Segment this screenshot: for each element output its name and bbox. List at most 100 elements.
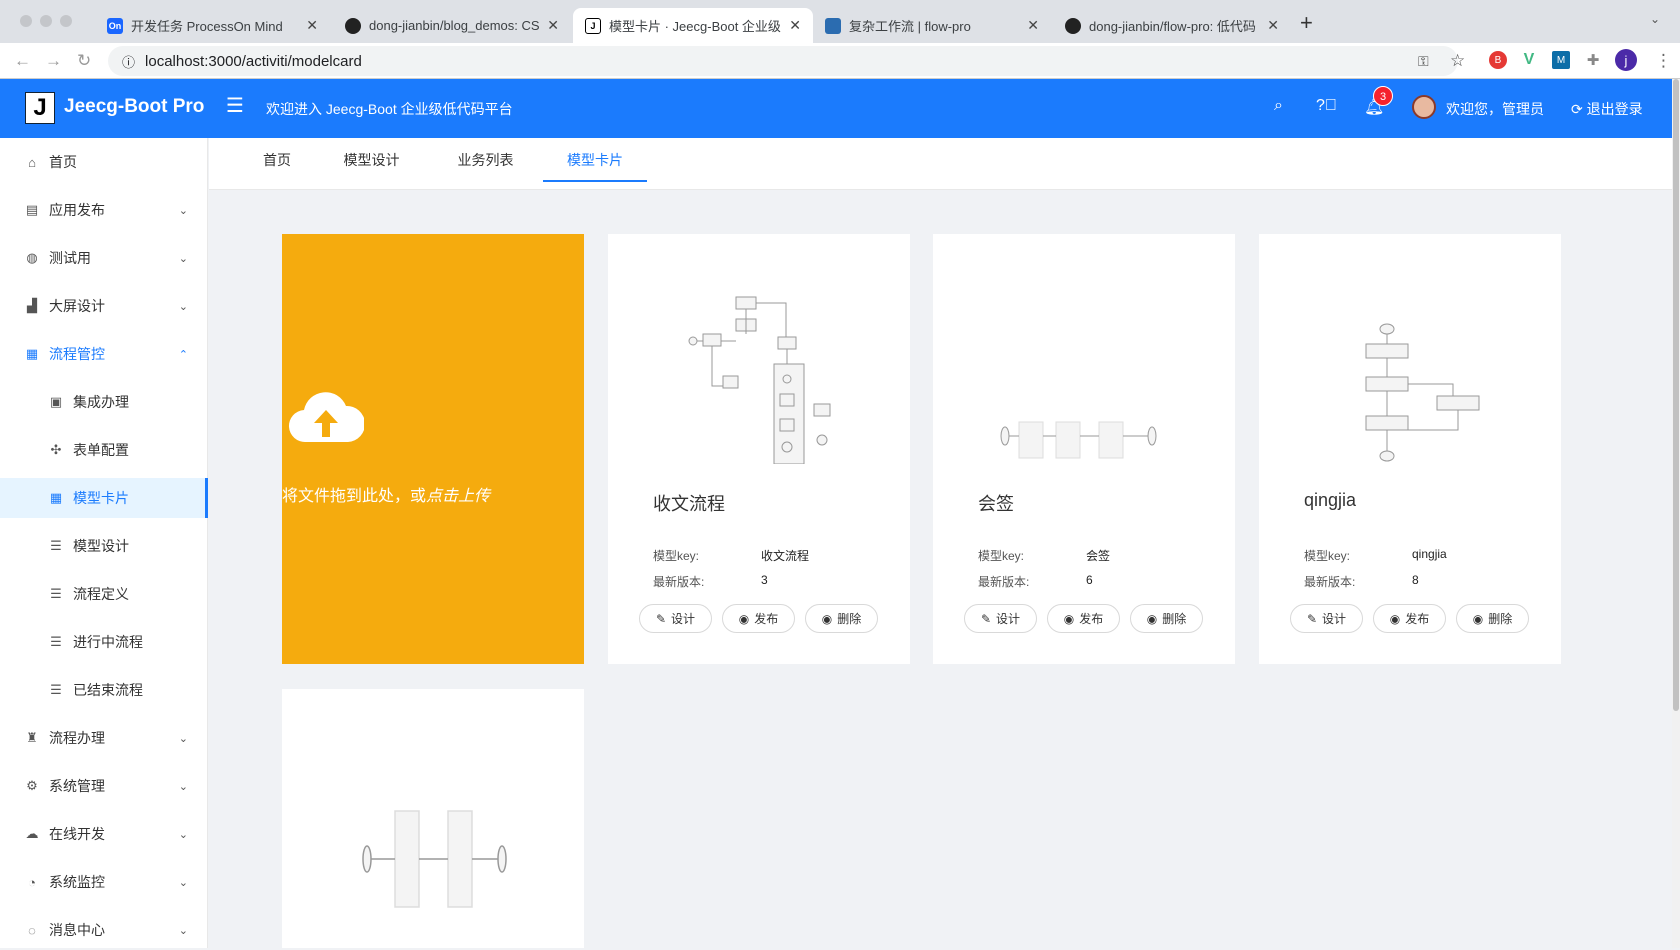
click-upload-link[interactable]: 点击上传 [426, 488, 490, 505]
edit-icon: ✎ [1306, 611, 1318, 626]
sidebar-item-model-card[interactable]: ▦ 模型卡片 [0, 478, 208, 518]
close-icon[interactable]: ✕ [306, 17, 318, 34]
sidebar-item-integration[interactable]: ▣ 集成办理 [0, 382, 208, 422]
window-controls[interactable] [20, 15, 72, 27]
slack-icon: ✣ [50, 442, 62, 457]
browser-tab[interactable]: On 开发任务 ProcessOn Mind ✕ [95, 8, 330, 43]
design-button[interactable]: ✎ 设计 [1290, 604, 1363, 633]
puzzle-icon[interactable]: ✚ [1584, 51, 1602, 69]
sidebar-item-process-definition[interactable]: ☰ 流程定义 [0, 574, 208, 614]
chevron-up-icon: ⌃ [178, 348, 188, 361]
logout-button[interactable]: ⟳ 退出登录 [1571, 99, 1643, 119]
browser-tab[interactable]: dong-jianbin/blog_demos: CSD ✕ [333, 8, 571, 43]
chevron-down-icon: ⌄ [178, 828, 188, 841]
model-key-label: 模型key: [978, 549, 1025, 563]
sidebar-item-test[interactable]: ◍ 测试用 ⌄ [0, 238, 208, 278]
model-key-value: qingjia [1412, 547, 1447, 561]
chevron-down-icon: ⌄ [178, 780, 188, 793]
extension-m-icon[interactable]: M [1552, 51, 1570, 69]
sidebar-item-messages[interactable]: ◌ 消息中心 ⌄ [0, 910, 208, 950]
tab-model-design[interactable]: 模型设计 [334, 138, 409, 182]
delete-button[interactable]: ◉ 删除 [805, 604, 878, 633]
sidebar-item-online-dev[interactable]: ☁ 在线开发 ⌄ [0, 814, 208, 854]
model-key-label: 模型key: [1304, 549, 1351, 563]
version-label: 最新版本: [1304, 575, 1356, 589]
forward-icon[interactable]: → [45, 51, 62, 71]
tab-business-list[interactable]: 业务列表 [448, 138, 523, 182]
user-avatar[interactable] [1412, 95, 1436, 119]
new-tab-button[interactable]: + [1300, 10, 1313, 36]
content-tabs: 首页 模型设计 业务列表 模型卡片 [209, 138, 1672, 190]
process-diagram-thumbnail [362, 810, 507, 908]
sidebar-item-bigscreen[interactable]: ▟ 大屏设计 ⌄ [0, 286, 208, 326]
sidebar-item-home[interactable]: ⌂ 首页 [0, 142, 208, 182]
notification-badge: 3 [1373, 86, 1393, 106]
publish-button[interactable]: ◉ 发布 [1373, 604, 1446, 633]
sidebar-item-process-handle[interactable]: ♜ 流程办理 ⌄ [0, 718, 208, 758]
eye-icon: ◉ [738, 611, 750, 626]
star-icon[interactable]: ☆ [1450, 51, 1465, 71]
card-title: qingjia [1304, 490, 1357, 510]
profile-avatar[interactable]: j [1615, 49, 1637, 71]
edit-icon: ✎ [980, 611, 992, 626]
chevron-down-icon: ⌄ [178, 876, 188, 889]
reload-icon[interactable]: ↻ [77, 51, 91, 71]
browser-tab[interactable]: dong-jianbin/flow-pro: 低代码 全 ✕ [1053, 8, 1291, 43]
close-icon[interactable]: ✕ [789, 17, 801, 34]
browser-tab-active[interactable]: J 模型卡片 · Jeecg-Boot 企业级低 ✕ [573, 8, 813, 43]
cluster-icon: ♜ [26, 730, 38, 745]
key-icon[interactable]: ⚿ [1418, 53, 1429, 70]
cloud-upload-icon [289, 392, 364, 443]
help-icon[interactable]: ?⃝ [1316, 97, 1337, 115]
flow-icon [825, 17, 841, 34]
sidebar: ⌂ 首页 ▤ 应用发布 ⌄ ◍ 测试用 ⌄ ▟ 大屏设计 ⌄ ▦ 流程管控 ⌃ ▣ 集成办理 ✣ 表单… [0, 138, 208, 948]
github-icon [345, 17, 361, 34]
publish-button[interactable]: ◉ 发布 [1047, 604, 1120, 633]
version-label: 最新版本: [653, 575, 705, 589]
eye-icon: ◉ [821, 611, 833, 626]
url-input[interactable]: ⓘ localhost:3000/activiti/modelcard [108, 46, 1458, 76]
tab-model-card[interactable]: 模型卡片 [543, 138, 647, 182]
page-scrollbar[interactable] [1672, 79, 1680, 948]
model-card: qingjia 模型key: qingjia 最新版本: 8 ✎ 设计 ◉ 发布 ◉ 删除 [1259, 234, 1561, 664]
process-diagram-thumbnail [1365, 323, 1480, 462]
design-button[interactable]: ✎ 设计 [639, 604, 712, 633]
upload-dropzone[interactable]: 将文件拖到此处，或点击上传 [282, 234, 584, 664]
home-icon: ⌂ [28, 154, 36, 170]
close-icon[interactable]: ✕ [1027, 17, 1039, 34]
vue-devtools-icon[interactable]: V [1520, 51, 1538, 69]
tab-search-chevron-icon[interactable]: ⌄ [1650, 12, 1660, 26]
chevron-down-icon: ⌄ [178, 732, 188, 745]
sidebar-item-process-control[interactable]: ▦ 流程管控 ⌃ [0, 334, 208, 374]
sidebar-item-form-config[interactable]: ✣ 表单配置 [0, 430, 208, 470]
sidebar-item-monitor[interactable]: ◔ 系统监控 ⌄ [0, 862, 208, 902]
model-key-value: 收文流程 [761, 549, 810, 563]
setting-icon: ⚙ [26, 778, 38, 793]
user-greeting[interactable]: 欢迎您，管理员 [1446, 99, 1544, 119]
sidebar-item-system[interactable]: ⚙ 系统管理 ⌄ [0, 766, 208, 806]
design-button[interactable]: ✎ 设计 [964, 604, 1037, 633]
delete-button[interactable]: ◉ 删除 [1456, 604, 1529, 633]
menu-fold-icon[interactable]: ☰ [226, 93, 244, 118]
eye-icon: ◉ [1146, 611, 1158, 626]
version-value: 8 [1412, 573, 1419, 587]
sidebar-item-model-design[interactable]: ☰ 模型设计 [0, 526, 208, 566]
menu-dots-icon[interactable]: ⋮ [1655, 51, 1672, 71]
delete-button[interactable]: ◉ 删除 [1130, 604, 1203, 633]
back-icon[interactable]: ← [14, 51, 31, 71]
card-title: 会签 [978, 494, 1014, 514]
close-icon[interactable]: ✕ [547, 17, 559, 34]
message-icon: ◌ [28, 922, 36, 938]
extension-icon[interactable]: B [1489, 51, 1507, 69]
close-icon[interactable]: ✕ [1267, 17, 1279, 34]
search-icon[interactable]: ⌕ [1274, 97, 1283, 115]
sidebar-item-app-publish[interactable]: ▤ 应用发布 ⌄ [0, 190, 208, 230]
chevron-down-icon: ⌄ [178, 924, 188, 937]
sidebar-item-finished-process[interactable]: ☰ 已结束流程 [0, 670, 208, 710]
eye-icon: ◉ [1472, 611, 1484, 626]
list-icon: ☰ [50, 682, 62, 697]
sidebar-item-running-process[interactable]: ☰ 进行中流程 [0, 622, 208, 662]
publish-button[interactable]: ◉ 发布 [722, 604, 795, 633]
tab-home[interactable]: 首页 [252, 138, 302, 182]
browser-tab[interactable]: 复杂工作流 | flow-pro ✕ [813, 8, 1051, 43]
